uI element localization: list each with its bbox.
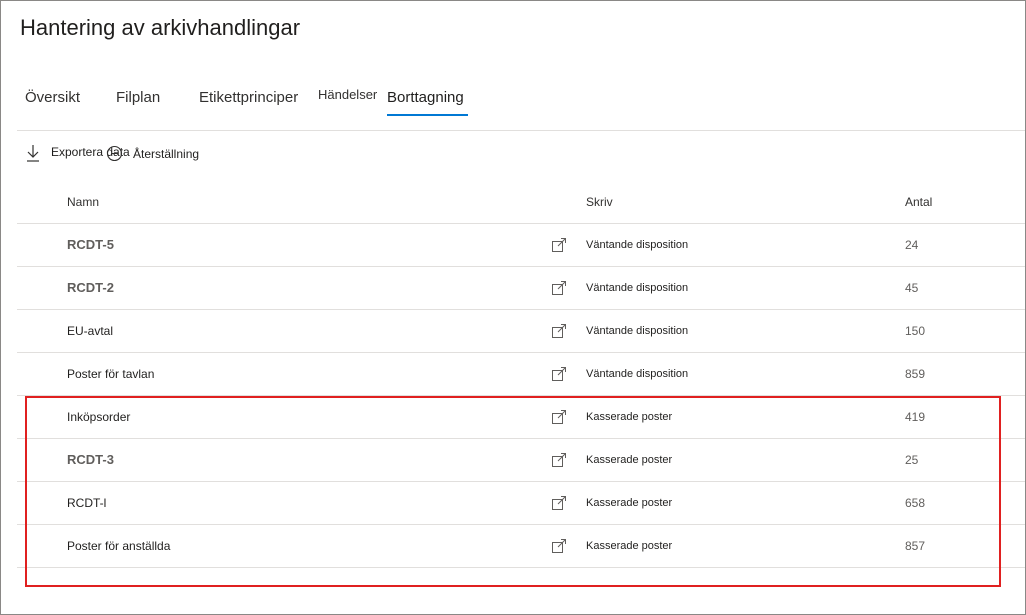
table-row[interactable]: Inköpsorder Kasserade poster 419 [17,396,1025,439]
page-title: Hantering av arkivhandlingar [20,15,301,40]
row-count: 25 [905,453,919,467]
tab-bar: Översikt Filplan Etikettprinciper Händel… [1,81,1025,121]
download-arrow-icon[interactable] [26,144,40,162]
row-count: 45 [905,281,919,295]
row-count: 24 [905,238,919,252]
open-in-new-icon[interactable] [551,323,567,339]
row-type: Kasserade poster [586,497,673,509]
tab-borttagning[interactable]: Borttagning [387,89,464,106]
row-name[interactable]: RCDT-5 [67,224,114,266]
row-count: 150 [905,324,926,338]
table-header: Namn Skriv Antal [17,181,1025,224]
row-count: 658 [905,496,926,510]
open-in-new-icon[interactable] [551,538,567,554]
disposition-table: Namn Skriv Antal RCDT-5 Väntande disposi… [17,181,1025,568]
row-type: Väntande disposition [586,239,689,251]
open-in-new-icon[interactable] [551,495,567,511]
column-header-count[interactable]: Antal [905,195,932,209]
open-in-new-icon[interactable] [551,280,567,296]
command-bar: Exportera data Återställning [1,139,601,169]
table-row[interactable]: EU-avtal Väntande disposition 150 [17,310,1025,353]
tab-filplan[interactable]: Filplan [116,89,160,106]
column-header-name[interactable]: Namn [67,195,99,209]
row-type: Väntande disposition [586,282,689,294]
row-type: Kasserade poster [586,411,673,423]
open-in-new-icon[interactable] [551,366,567,382]
row-type: Väntande disposition [586,368,689,380]
reset-button[interactable]: Återställning [133,147,199,161]
row-name[interactable]: RCDT-3 [67,439,114,481]
row-name[interactable]: RCDT-2 [67,267,114,309]
active-tab-indicator [387,114,468,116]
open-in-new-icon[interactable] [551,452,567,468]
row-name[interactable]: Poster för anställda [67,525,170,567]
open-in-new-icon[interactable] [551,409,567,425]
row-name[interactable]: Poster för tavlan [67,353,154,395]
table-row[interactable]: RCDT-2 Väntande disposition 45 [17,267,1025,310]
column-header-type[interactable]: Skriv [586,195,613,209]
header-divider [17,130,1025,131]
row-name[interactable]: RCDT-l [67,482,106,524]
table-row[interactable]: RCDT-5 Väntande disposition 24 [17,224,1025,267]
table-row[interactable]: RCDT-3 Kasserade poster 25 [17,439,1025,482]
row-type: Kasserade poster [586,540,673,552]
row-name[interactable]: EU-avtal [67,310,113,352]
reset-circle-icon[interactable] [106,145,123,162]
row-type: Väntande disposition [586,325,689,337]
tab-oversikt[interactable]: Översikt [25,89,80,106]
table-row[interactable]: Poster för tavlan Väntande disposition 8… [17,353,1025,396]
row-type: Kasserade poster [586,454,673,466]
app-window: Hantering av arkivhandlingar Översikt Fi… [0,0,1026,615]
tab-handelser[interactable]: Händelser [318,87,377,102]
tab-etikettprinciper[interactable]: Etikettprinciper [199,89,298,106]
row-name[interactable]: Inköpsorder [67,396,130,438]
row-count: 859 [905,367,926,381]
table-row[interactable]: RCDT-l Kasserade poster 658 [17,482,1025,525]
row-count: 857 [905,539,926,553]
table-row[interactable]: Poster för anställda Kasserade poster 85… [17,525,1025,568]
open-in-new-icon[interactable] [551,237,567,253]
row-count: 419 [905,410,926,424]
